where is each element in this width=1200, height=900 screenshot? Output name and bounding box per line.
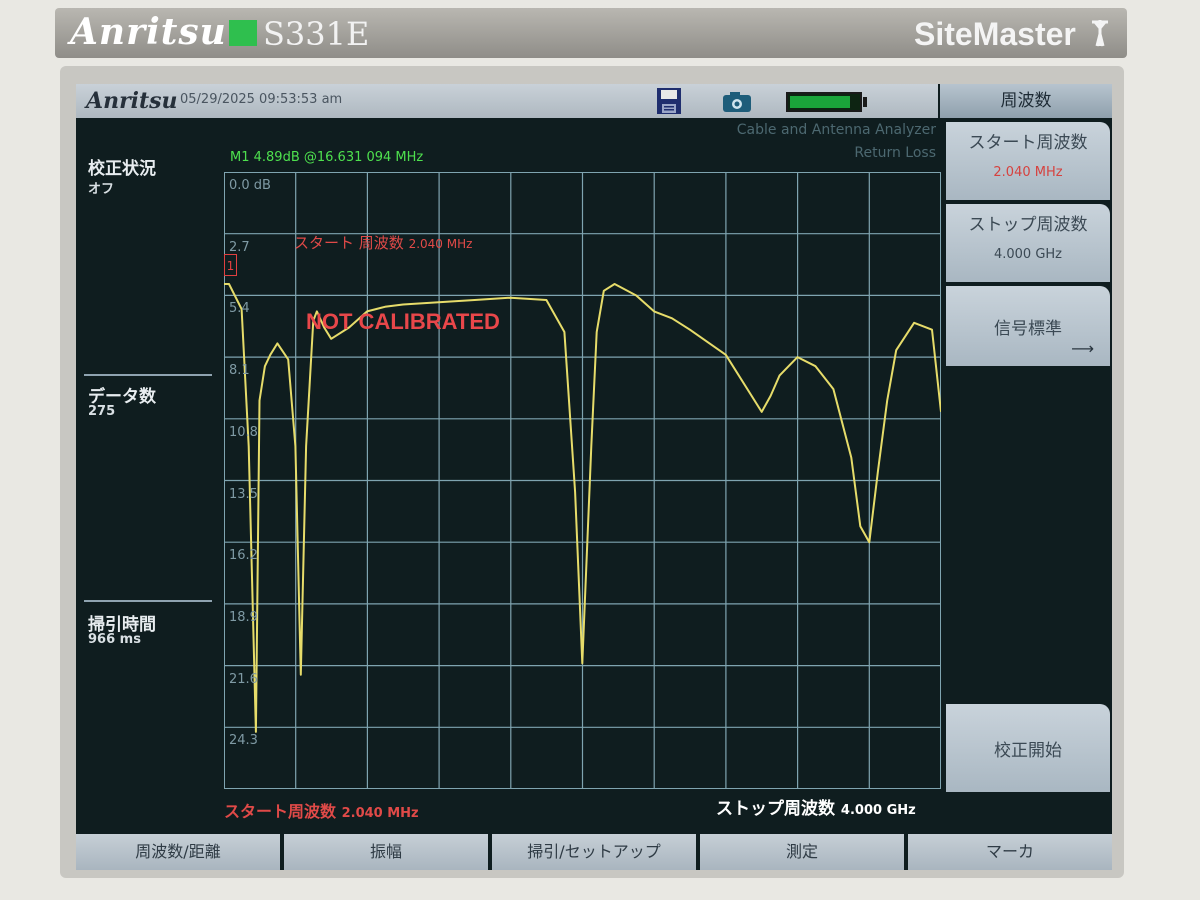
menu-marker[interactable]: マーカ — [908, 834, 1112, 870]
softkey-menu-title: 周波数 — [940, 84, 1112, 118]
marker-readout: M1 4.89dB @16.631 094 MHz — [230, 150, 424, 165]
battery-fill — [790, 96, 850, 108]
y-tick-label: 5.4 — [229, 301, 250, 317]
signal-standard-softkey-label: 信号標準 — [994, 319, 1062, 339]
axis-start-frequency: スタート周波数 2.040 MHz — [224, 798, 419, 822]
return-loss-plot[interactable] — [224, 172, 941, 789]
y-tick-label: 13.5 — [229, 486, 258, 502]
antenna-tower-icon — [1092, 20, 1108, 47]
data-points-value: 275 — [88, 404, 116, 419]
status-logo: Anritsu — [86, 88, 178, 114]
instrument-screen: Anritsu 05/29/2025 09:53:53 am Cable and… — [76, 84, 1112, 870]
y-tick-label: 8.1 — [229, 363, 250, 379]
stop-frequency-softkey[interactable]: ストップ周波数 4.000 GHz — [946, 204, 1110, 282]
y-tick-label: 0.0 dB — [229, 178, 271, 193]
stop-frequency-softkey-label: ストップ周波数 — [968, 215, 1088, 235]
start-frequency-softkey-label: スタート周波数 — [968, 133, 1088, 153]
axis-start-label: スタート周波数 — [224, 802, 337, 821]
device-model: S331E — [263, 15, 370, 53]
start-calibration-softkey[interactable]: 校正開始 — [946, 704, 1110, 792]
axis-stop-label: ストップ周波数 — [716, 799, 835, 819]
left-divider — [84, 374, 212, 376]
y-tick-label: 21.6 — [229, 671, 258, 687]
menu-measure[interactable]: 測定 — [700, 834, 904, 870]
battery-tip — [863, 97, 867, 107]
not-calibrated-warning: NOT CALIBRATED — [306, 309, 500, 334]
plot-start-note-label: スタート 周波数 — [294, 234, 404, 252]
save-disk-icon[interactable] — [656, 87, 682, 115]
start-calibration-softkey-label: 校正開始 — [994, 741, 1062, 761]
axis-start-value: 2.040 MHz — [341, 806, 419, 821]
y-tick-label: 16.2 — [229, 548, 258, 564]
status-datetime: 05/29/2025 09:53:53 am — [180, 92, 343, 107]
status-bar: Anritsu 05/29/2025 09:53:53 am — [76, 84, 938, 118]
axis-stop-value: 4.000 GHz — [840, 803, 916, 818]
sweep-time-value: 966 ms — [88, 632, 141, 647]
plot-start-note-value: 2.040 MHz — [408, 237, 473, 251]
device-brand: Anritsu — [70, 11, 227, 53]
y-tick-label: 2.7 — [229, 239, 250, 255]
menu-frequency-distance[interactable]: 周波数/距離 — [76, 834, 280, 870]
measurement-type: Return Loss — [854, 145, 936, 161]
plot-svg — [224, 172, 941, 789]
battery-icon — [786, 92, 862, 112]
menu-sweep-setup[interactable]: 掃引/セットアップ — [492, 834, 696, 870]
cal-status-label: 校正状況 — [88, 159, 156, 179]
cal-status-value: オフ — [88, 182, 115, 197]
y-tick-label: 10.8 — [229, 424, 258, 440]
start-frequency-softkey[interactable]: スタート周波数 2.040 MHz — [946, 122, 1110, 200]
plot-start-note: スタート 周波数 2.040 MHz — [294, 232, 472, 253]
bottom-menu-bar: 周波数/距離 振幅 掃引/セットアップ 測定 マーカ — [76, 834, 1112, 870]
camera-icon[interactable] — [722, 91, 752, 113]
y-tick-label: 24.3 — [229, 733, 258, 749]
submenu-arrow-icon: ⟶ — [1071, 339, 1094, 358]
start-frequency-softkey-value: 2.040 MHz — [993, 165, 1063, 180]
mode-title: Cable and Antenna Analyzer — [736, 122, 936, 138]
y-tick-label: 18.9 — [229, 609, 258, 625]
marker-1-flag[interactable]: 1 — [224, 254, 237, 276]
axis-stop-frequency: ストップ周波数 4.000 GHz — [716, 794, 916, 819]
stop-frequency-softkey-value: 4.000 GHz — [993, 247, 1063, 262]
signal-standard-softkey[interactable]: 信号標準 ⟶ — [946, 286, 1110, 366]
product-name: SiteMaster — [914, 16, 1076, 52]
menu-amplitude[interactable]: 振幅 — [284, 834, 488, 870]
brand-square — [229, 20, 257, 46]
left-divider — [84, 600, 212, 602]
